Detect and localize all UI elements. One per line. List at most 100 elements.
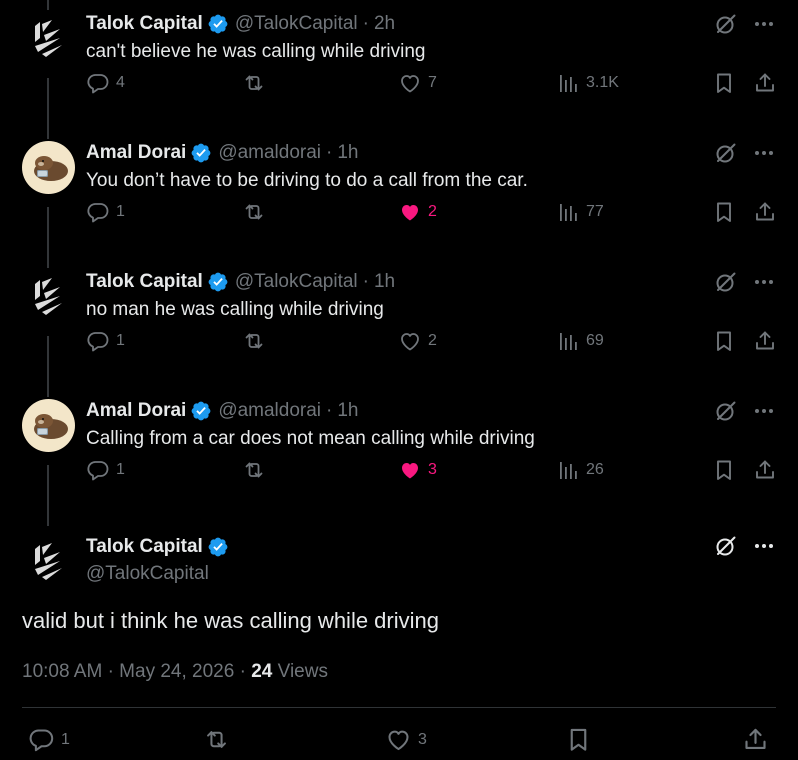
avatar[interactable] [22, 399, 75, 452]
avatar[interactable] [22, 535, 75, 588]
share-icon [753, 71, 777, 95]
author-name[interactable]: Talok Capital [86, 536, 203, 558]
views-count: 24 [251, 661, 273, 682]
more-options-icon[interactable] [752, 534, 776, 558]
heart-icon [398, 458, 422, 482]
grok-icon[interactable] [714, 270, 738, 294]
talok-logo-icon [22, 535, 75, 588]
header-separator: · [362, 13, 369, 34]
share-button[interactable] [753, 458, 777, 482]
tweet-time[interactable]: 1h [337, 400, 358, 422]
retweet-button[interactable] [203, 726, 230, 753]
verified-badge-icon [207, 536, 229, 558]
reply-tweet[interactable]: Talok Capital @TalokCapital · 2h can't belie… [0, 0, 798, 123]
bookmark-button[interactable] [712, 71, 736, 95]
reply-tweet[interactable]: Amal Dorai @amaldorai · 1h Calling from a ca… [0, 381, 798, 510]
bookmark-icon [712, 329, 736, 353]
views-button[interactable]: 77 [556, 200, 604, 224]
avatar[interactable] [22, 141, 75, 194]
heart-icon [398, 329, 422, 353]
reply-count: 1 [116, 203, 125, 220]
reply-tweet[interactable]: Amal Dorai @amaldorai · 1h You don’t have to… [0, 123, 798, 252]
retweet-button[interactable] [242, 329, 266, 353]
share-button[interactable] [753, 71, 777, 95]
bookmark-icon [712, 200, 736, 224]
tweet-time[interactable]: 1h [337, 142, 358, 164]
reply-count: 4 [116, 74, 125, 91]
retweet-icon [242, 329, 266, 353]
like-count: 3 [418, 730, 427, 748]
avatar[interactable] [22, 12, 75, 65]
author-handle[interactable]: @TalokCapital [235, 271, 358, 293]
reply-button[interactable]: 1 [86, 200, 125, 224]
bookmark-button[interactable] [712, 458, 736, 482]
bookmark-button[interactable] [712, 200, 736, 224]
more-options-icon[interactable] [752, 12, 776, 36]
views-icon [556, 71, 580, 95]
reply-tweet[interactable]: Talok Capital @TalokCapital · 1h no man he w… [0, 252, 798, 381]
bookmark-button[interactable] [712, 329, 736, 353]
heart-icon [385, 726, 412, 753]
like-button[interactable]: 7 [398, 71, 437, 95]
author-name[interactable]: Amal Dorai [86, 400, 186, 422]
share-button[interactable] [742, 726, 769, 753]
more-options-icon[interactable] [752, 399, 776, 423]
author-handle[interactable]: @amaldorai [218, 142, 321, 164]
author-handle[interactable]: @TalokCapital [235, 13, 358, 35]
tweet-time[interactable]: 1h [374, 271, 395, 293]
bookmark-button[interactable] [565, 726, 592, 753]
tweet-text: can't believe he was calling while drivi… [86, 41, 426, 62]
tweet-time[interactable]: 2h [374, 13, 395, 35]
like-button[interactable]: 2 [398, 200, 437, 224]
author-name[interactable]: Amal Dorai [86, 142, 186, 164]
tweet-text: valid but i think he was calling while d… [22, 608, 439, 633]
author-name[interactable]: Talok Capital [86, 271, 203, 293]
reply-button[interactable]: 1 [86, 458, 125, 482]
tweet-date[interactable]: May 24, 2026 [119, 661, 234, 682]
header-separator: · [326, 400, 333, 421]
views-button[interactable]: 69 [556, 329, 604, 353]
action-bar: 1 2 69 [86, 329, 776, 355]
views-count: 69 [586, 332, 604, 349]
views-count: 77 [586, 203, 604, 220]
header-separator: · [326, 142, 333, 163]
more-options-icon[interactable] [752, 141, 776, 165]
retweet-icon [242, 458, 266, 482]
retweet-button[interactable] [242, 200, 266, 224]
views-button[interactable]: 26 [556, 458, 604, 482]
author-handle[interactable]: @amaldorai [218, 400, 321, 422]
views-icon [556, 329, 580, 353]
grok-icon[interactable] [714, 141, 738, 165]
avatar[interactable] [22, 270, 75, 323]
tweet-time[interactable]: 10:08 AM [22, 661, 102, 682]
author-handle[interactable]: @TalokCapital [86, 563, 209, 585]
bookmark-icon [712, 458, 736, 482]
share-button[interactable] [753, 200, 777, 224]
action-bar: 1 3 [22, 726, 776, 754]
like-count: 7 [428, 74, 437, 91]
like-button[interactable]: 3 [385, 726, 427, 753]
like-button[interactable]: 2 [398, 329, 437, 353]
share-button[interactable] [753, 329, 777, 353]
retweet-button[interactable] [242, 458, 266, 482]
reply-button[interactable]: 4 [86, 71, 125, 95]
more-options-icon[interactable] [752, 270, 776, 294]
like-count: 2 [428, 332, 437, 349]
retweet-button[interactable] [242, 71, 266, 95]
grok-icon[interactable] [714, 399, 738, 423]
grok-icon[interactable] [714, 534, 738, 558]
header-separator: · [362, 271, 369, 292]
reply-icon [86, 71, 110, 95]
like-button[interactable]: 3 [398, 458, 437, 482]
tweet-meta: 10:08 AM · May 24, 2026 · 24 Views [22, 661, 328, 683]
grok-icon[interactable] [714, 12, 738, 36]
retweet-icon [242, 71, 266, 95]
talok-logo-icon [22, 12, 75, 65]
reply-button[interactable]: 1 [28, 726, 70, 753]
reply-count: 1 [116, 461, 125, 478]
views-button[interactable]: 3.1K [556, 71, 619, 95]
verified-badge-icon [207, 271, 229, 293]
author-name[interactable]: Talok Capital [86, 13, 203, 35]
action-bar: 1 2 77 [86, 200, 776, 226]
reply-button[interactable]: 1 [86, 329, 125, 353]
